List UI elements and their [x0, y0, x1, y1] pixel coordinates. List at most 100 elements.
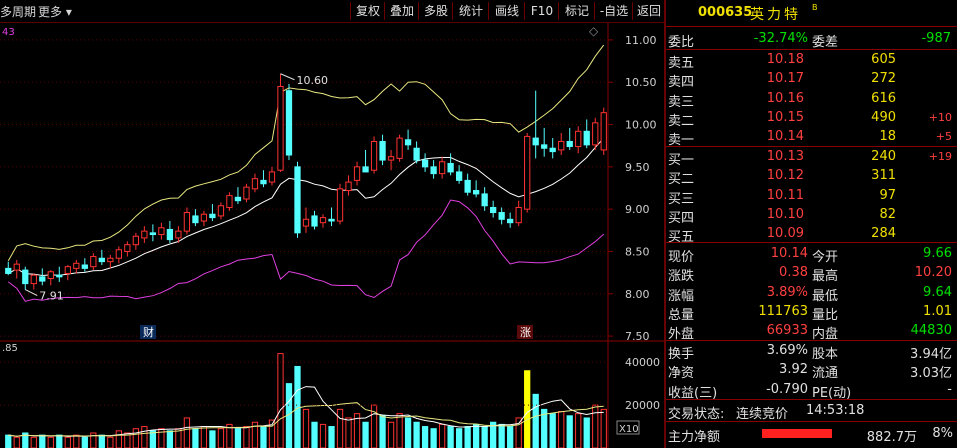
volume-bar[interactable] [234, 428, 242, 448]
volume-bar[interactable] [524, 370, 531, 448]
candle-body[interactable] [107, 257, 114, 263]
volume-bar[interactable] [515, 417, 522, 448]
candle-body[interactable] [13, 263, 20, 271]
candle-body[interactable] [217, 205, 225, 217]
candle-body[interactable] [39, 276, 46, 282]
diamond-icon[interactable]: ◇ [589, 24, 599, 38]
candle-body[interactable] [600, 112, 607, 151]
volume-bar[interactable] [566, 415, 573, 448]
toolbar-button-3[interactable]: 统计 [452, 2, 489, 20]
asks-row[interactable]: 卖三 10.16 616 [666, 89, 957, 110]
bids-row[interactable]: 买一 10.13 240 +19 [666, 147, 957, 168]
candle-body[interactable] [98, 257, 105, 263]
asks-row[interactable]: 卖四 10.17 272 [666, 69, 957, 90]
candle-body[interactable] [183, 212, 191, 232]
candle-body[interactable] [56, 274, 63, 278]
candle-body[interactable] [124, 244, 131, 252]
candle-body[interactable] [541, 144, 548, 149]
candle-body[interactable] [64, 266, 71, 274]
candle-body[interactable] [421, 159, 429, 168]
volume-bar[interactable] [243, 426, 250, 448]
candle-body[interactable] [464, 179, 471, 193]
bids-row[interactable]: 买四 10.10 82 [666, 205, 957, 226]
main-net-row[interactable]: 主力净额 882.7万 8% [666, 424, 957, 445]
candle-body[interactable] [285, 90, 293, 156]
candle-body[interactable] [47, 271, 54, 280]
candle-body[interactable] [515, 206, 522, 224]
volume-bar[interactable] [336, 408, 344, 448]
candle-body[interactable] [22, 269, 29, 285]
volume-bar[interactable] [73, 434, 80, 448]
toolbar-button-2[interactable]: 多股 [418, 2, 453, 20]
volume-bar[interactable] [387, 421, 395, 448]
volume-bar[interactable] [473, 423, 480, 448]
volume-bar[interactable] [575, 413, 582, 448]
bids-row[interactable]: 买三 10.11 97 [666, 186, 957, 207]
volume-bar[interactable] [311, 421, 318, 448]
volume-bar[interactable] [166, 430, 174, 448]
candle-body[interactable] [592, 122, 599, 146]
candle-body[interactable] [336, 188, 344, 222]
volume-bar[interactable] [464, 426, 471, 448]
volume-bar[interactable] [362, 421, 369, 448]
volume-bar[interactable] [81, 436, 88, 448]
volume-bar[interactable] [507, 426, 514, 448]
volume-bar[interactable] [498, 423, 505, 448]
volume-bar[interactable] [345, 417, 352, 448]
volume-bar[interactable] [404, 417, 412, 448]
volume-bar[interactable] [217, 428, 225, 448]
volume-bar[interactable] [183, 417, 191, 448]
candle-body[interactable] [166, 228, 174, 241]
candle-body[interactable] [447, 162, 454, 173]
toolbar-button-0[interactable]: 复权 [350, 2, 385, 20]
volume-bar[interactable] [549, 413, 556, 448]
volume-bar[interactable] [200, 426, 208, 448]
volume-bar[interactable] [192, 428, 199, 448]
candle-body[interactable] [490, 206, 497, 214]
candle-body[interactable] [175, 230, 182, 239]
volume-bar[interactable] [13, 436, 20, 448]
volume-bar[interactable] [421, 426, 429, 448]
candle-body[interactable] [73, 262, 80, 269]
toolbar-button-1[interactable]: 叠加 [384, 2, 419, 20]
volume-bar[interactable] [532, 393, 539, 448]
volume-bar[interactable] [141, 426, 148, 448]
candle-body[interactable] [362, 166, 369, 173]
volume-bar[interactable] [583, 417, 590, 448]
toolbar-button-5[interactable]: F10 [524, 2, 559, 20]
asks-row[interactable]: 卖一 10.14 18 +5 [666, 127, 957, 148]
candle-body[interactable] [353, 166, 361, 181]
volume-bar[interactable] [438, 423, 446, 448]
volume-bar[interactable] [447, 426, 454, 448]
candle-body[interactable] [277, 85, 284, 171]
volume-bar[interactable] [56, 434, 63, 448]
candle-body[interactable] [200, 213, 208, 222]
candle-body[interactable] [404, 139, 412, 146]
volume-bar[interactable] [115, 430, 122, 448]
candle-body[interactable] [90, 256, 97, 268]
volume-bar[interactable] [277, 353, 284, 448]
candle-body[interactable] [5, 267, 12, 274]
candle-body[interactable] [243, 186, 250, 200]
candle-body[interactable] [268, 171, 276, 183]
candle-body[interactable] [30, 274, 37, 285]
candle-body[interactable] [387, 156, 395, 161]
candle-body[interactable] [319, 217, 327, 224]
kline-chart[interactable]: 43 .85 11.00 10.50 10.00 9.50 9.00 8.50 8.00 7.… [0, 23, 664, 448]
candle-body[interactable] [498, 212, 505, 220]
candle-body[interactable] [141, 230, 148, 239]
toolbar-button-6[interactable]: 标记 [558, 2, 595, 20]
candle-body[interactable] [430, 166, 437, 175]
candle-body[interactable] [481, 193, 488, 207]
volume-bar[interactable] [328, 426, 335, 448]
volume-bar[interactable] [107, 436, 114, 448]
candle-body[interactable] [132, 235, 139, 246]
volume-bar[interactable] [39, 434, 46, 448]
candle-body[interactable] [294, 166, 301, 234]
volume-bar[interactable] [558, 411, 565, 448]
candle-body[interactable] [379, 140, 386, 161]
candle-body[interactable] [438, 161, 446, 175]
bids-row[interactable]: 买二 10.12 311 [666, 166, 957, 187]
volume-bar[interactable] [379, 415, 386, 448]
candle-body[interactable] [558, 140, 565, 151]
